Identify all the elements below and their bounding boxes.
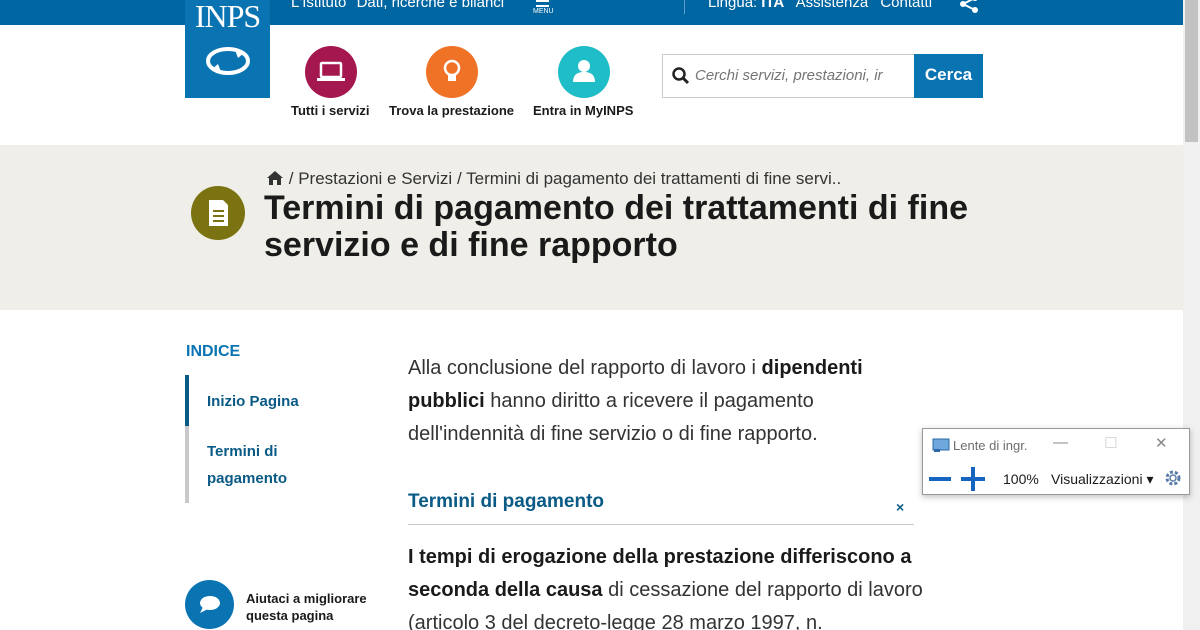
language-label: Lingua: [708, 0, 758, 11]
logo-text: INPS [194, 0, 261, 34]
entra-myinps-label[interactable]: Entra in MyINPS [533, 103, 633, 118]
tutti-servizi-label[interactable]: Tutti i servizi [291, 103, 370, 118]
feedback-text[interactable]: Aiutaci a migliorare questa pagina [246, 590, 386, 624]
search-icon [672, 67, 690, 85]
feedback-line-1: Aiutaci a migliorare [246, 591, 367, 606]
entra-myinps-icon-button[interactable] [558, 46, 610, 98]
top-links-left: L'Istituto Dati, ricerche e bilanci [291, 0, 510, 11]
feedback-button[interactable] [185, 580, 234, 629]
section-divider [408, 524, 914, 525]
trova-prestazione-icon-button[interactable] [426, 46, 478, 98]
link-assistenza[interactable]: Assistenza [796, 0, 869, 11]
search-box [662, 54, 914, 98]
link-contatti[interactable]: Contatti [880, 0, 932, 11]
search-button[interactable]: Cerca [914, 54, 983, 98]
index-item-inizio-pagina[interactable]: Inizio Pagina [207, 389, 299, 415]
feedback-line-2: questa pagina [246, 608, 334, 623]
index-item-termini-line2[interactable]: pagamento [207, 466, 287, 492]
breadcrumb-separator: / [288, 169, 294, 188]
page-badge [191, 186, 245, 240]
user-icon [573, 60, 595, 82]
lightbulb-icon [443, 59, 461, 81]
top-bar: L'Istituto Dati, ricerche e bilanci MENU… [0, 0, 1183, 25]
page-title: Termini di pagamento dei trattamenti di … [264, 189, 969, 264]
gear-icon[interactable] [1163, 468, 1183, 488]
zoom-in-icon-v [971, 467, 975, 491]
share-icon[interactable] [958, 0, 980, 14]
index-heading: INDICE [186, 343, 241, 360]
breadcrumb-item-prestazioni[interactable]: Prestazioni e Servizi [298, 169, 452, 188]
menu-label: MENU [533, 8, 554, 15]
divider [684, 0, 685, 14]
scrollbar-thumb[interactable] [1185, 0, 1198, 142]
close-button[interactable]: ✕ [1155, 434, 1168, 452]
zoom-level: 100% [1003, 471, 1039, 487]
link-istituto[interactable]: L'Istituto [291, 0, 346, 11]
chat-bubble-icon [200, 596, 220, 613]
views-dropdown[interactable]: Visualizzazioni ▾ [1051, 471, 1153, 488]
search-input[interactable] [695, 67, 910, 84]
breadcrumb: / Prestazioni e Servizi / Termini di pag… [266, 169, 841, 189]
hamburger-icon-line [536, 5, 549, 7]
magnifier-title: Lente di ingr. [953, 438, 1028, 453]
menu-button[interactable]: MENU [531, 0, 561, 20]
laptop-icon [317, 61, 345, 81]
document-icon [209, 200, 228, 226]
top-links-right: Lingua: ITA Assistenza Contatti [708, 0, 940, 11]
magnifier-app-icon [932, 438, 950, 452]
tutti-servizi-icon-button[interactable] [305, 46, 357, 98]
intro-paragraph: Alla conclusione del rapporto di lavoro … [408, 352, 928, 451]
minimize-button[interactable]: — [1053, 434, 1068, 451]
intro-text-1: Alla conclusione del rapporto di lavoro … [408, 357, 762, 379]
index-marker [185, 426, 189, 503]
section-body-paragraph: I tempi di erogazione della prestazione … [408, 541, 928, 630]
zoom-out-icon[interactable] [929, 477, 951, 481]
inps-logo[interactable]: INPS [185, 0, 270, 98]
breadcrumb-item-current: Termini di pagamento dei trattamenti di … [466, 169, 842, 188]
section-heading-termini[interactable]: Termini di pagamento [408, 491, 604, 513]
maximize-button[interactable]: ☐ [1104, 434, 1117, 452]
index-item-termini-line1[interactable]: Termini di [207, 439, 278, 465]
hamburger-icon [536, 0, 549, 2]
trova-prestazione-label[interactable]: Trova la prestazione [389, 103, 514, 118]
magnifier-window: Lente di ingr. — ☐ ✕ 100% Visualizzazion… [922, 428, 1190, 495]
breadcrumb-separator: / [456, 169, 462, 188]
index-active-marker [185, 375, 189, 426]
language-value: ITA [761, 0, 785, 11]
section-collapse-button[interactable]: × [896, 499, 904, 515]
home-icon[interactable] [266, 170, 284, 186]
logo-arrows-icon [206, 47, 250, 75]
link-dati-ricerche[interactable]: Dati, ricerche e bilanci [357, 0, 505, 11]
language-selector[interactable]: Lingua: ITA [708, 0, 784, 11]
